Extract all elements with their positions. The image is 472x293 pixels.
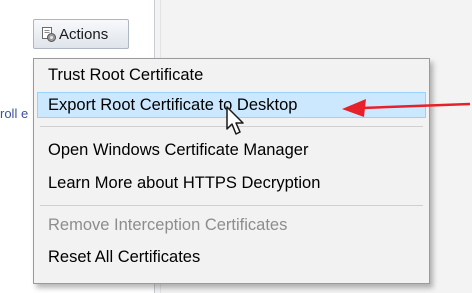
menu-separator [40, 205, 423, 206]
menu-item-reset-all-certificates[interactable]: Reset All Certificates [37, 244, 426, 270]
menu-item-remove-interception-certificates: Remove Interception Certificates [48, 216, 288, 234]
actions-context-menu: Trust Root Certificate Export Root Certi… [33, 58, 430, 284]
mouse-cursor-icon [226, 106, 244, 135]
actions-button-label: Actions [59, 25, 109, 43]
actions-button[interactable]: Actions [33, 19, 129, 49]
red-arrow-icon [342, 99, 471, 117]
menu-item-learn-more-https[interactable]: Learn More about HTTPS Decryption [37, 170, 426, 196]
sidebar-partial-link[interactable]: roll e [0, 106, 28, 121]
menu-item-open-certificate-manager[interactable]: Open Windows Certificate Manager [37, 137, 426, 163]
menu-item-trust-root-certificate[interactable]: Trust Root Certificate [37, 62, 426, 88]
gear-certificate-icon [40, 25, 58, 43]
